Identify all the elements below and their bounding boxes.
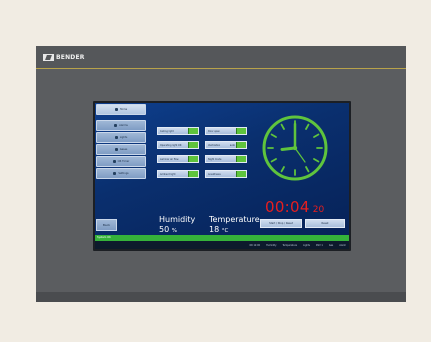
back-button-label: Back xyxy=(102,223,111,227)
humidity-label: Humidity xyxy=(159,215,196,224)
status-item: Humidity xyxy=(266,243,277,247)
timer-start-stop-button[interactable]: Start / Stop / Reset xyxy=(260,219,302,228)
touch-screen: Home Alarms Lights Gases OR Timer Settin… xyxy=(95,103,349,249)
status-item: Temperature xyxy=(282,243,298,247)
menu-item-label: Settings xyxy=(118,172,129,175)
menu-item-label: Lights xyxy=(119,136,128,139)
gas-icon xyxy=(114,148,118,151)
clock-center xyxy=(292,145,298,151)
device-footer xyxy=(36,292,406,302)
menu-item-home[interactable]: Home xyxy=(96,104,146,115)
status-led-on xyxy=(236,171,246,177)
temperature-readout: Temperature 18 °C xyxy=(209,215,260,234)
status-led-on xyxy=(236,156,246,162)
bulb-icon xyxy=(114,136,118,139)
clock-second-hand xyxy=(294,147,306,163)
control-label: Ambient light xyxy=(160,172,176,176)
home-icon xyxy=(114,108,118,111)
temperature-unit: °C xyxy=(221,228,229,234)
menu-item-label: Home xyxy=(119,108,128,111)
control-toggle-left-1[interactable]: Ceiling light xyxy=(157,127,199,135)
timer-start-stop-label: Start / Stop / Reset xyxy=(269,222,293,225)
temperature-value-row: 18 °C xyxy=(209,225,260,234)
control-toggle-right-1[interactable]: Door open xyxy=(205,127,247,135)
status-led-on xyxy=(188,128,198,134)
control-label: Operating light OR xyxy=(160,143,182,147)
status-item: RSV 1 xyxy=(316,243,323,247)
bell-icon xyxy=(114,124,118,127)
timer-icon xyxy=(112,160,116,163)
menu-item-gases[interactable]: Gases xyxy=(96,144,146,155)
hmi-device-frame: BENDER Home Alarms Lights Gases OR Timer… xyxy=(36,46,406,302)
menu-item-settings[interactable]: Settings xyxy=(96,168,146,179)
timer-reset-label: Reset xyxy=(321,222,329,225)
status-led-on xyxy=(236,128,246,134)
control-label: Night mode xyxy=(208,157,222,161)
timer-seconds: 20 xyxy=(312,205,325,215)
humidity-unit: % xyxy=(171,228,177,234)
status-led-on xyxy=(188,156,198,162)
side-menu: Home Alarms Lights Gases OR Timer Settin… xyxy=(96,104,148,180)
menu-item-or-timer[interactable]: OR Timer xyxy=(96,156,146,167)
menu-item-label: Gases xyxy=(119,148,128,151)
menu-item-lights[interactable]: Lights xyxy=(96,132,146,143)
footer-status-strip: OR 12:00 Humidity Temperature Lights RSV… xyxy=(95,241,349,249)
gear-icon xyxy=(113,172,117,175)
status-led-on xyxy=(188,171,198,177)
status-item: Alarm xyxy=(339,243,346,247)
control-label: Anesthesia xyxy=(208,172,221,176)
control-toggle-left-2[interactable]: Operating light OR xyxy=(157,141,199,149)
control-toggle-right-4[interactable]: Anesthesia xyxy=(205,170,247,178)
brand-name: BENDER xyxy=(56,54,85,61)
humidity-readout: Humidity 50 % xyxy=(159,215,195,234)
timer-reset-button[interactable]: Reset xyxy=(305,219,345,228)
or-timer-display: 00:04 20 xyxy=(265,197,324,216)
status-item: Gas xyxy=(328,243,334,247)
control-toggle-right-3[interactable]: Night mode xyxy=(205,155,247,163)
menu-item-label: Alarms xyxy=(119,124,128,127)
device-header: BENDER xyxy=(36,46,406,69)
control-label: Door open xyxy=(208,129,220,133)
humidity-value-row: 50 % xyxy=(159,225,195,234)
status-led-on xyxy=(236,142,246,148)
status-led-on xyxy=(188,142,198,148)
analog-clock xyxy=(262,115,328,181)
brand-mark-icon xyxy=(43,54,54,61)
back-button[interactable]: Back xyxy=(96,219,117,231)
control-label: Ventilation xyxy=(208,143,221,147)
brand-logo: BENDER xyxy=(43,53,85,62)
touch-screen-bezel: Home Alarms Lights Gases OR Timer Settin… xyxy=(93,101,351,251)
temperature-value: 18 xyxy=(209,225,220,234)
menu-item-alarms[interactable]: Alarms xyxy=(96,120,146,131)
control-toggle-right-2[interactable]: Ventilation auto xyxy=(205,141,247,149)
humidity-value: 50 xyxy=(159,225,170,234)
control-toggle-left-4[interactable]: Ambient light xyxy=(157,170,199,178)
temperature-label: Temperature xyxy=(209,215,260,224)
control-toggle-left-3[interactable]: Laminar air flow xyxy=(157,155,199,163)
control-label: Ceiling light xyxy=(160,129,174,133)
control-label: Laminar air flow xyxy=(160,157,179,161)
status-item: Lights xyxy=(303,243,311,247)
menu-item-label: OR Timer xyxy=(117,160,130,163)
timer-hours-minutes: 00:04 xyxy=(265,198,310,216)
system-status-message: System OK xyxy=(97,236,111,239)
status-item: OR 12:00 xyxy=(249,243,261,247)
